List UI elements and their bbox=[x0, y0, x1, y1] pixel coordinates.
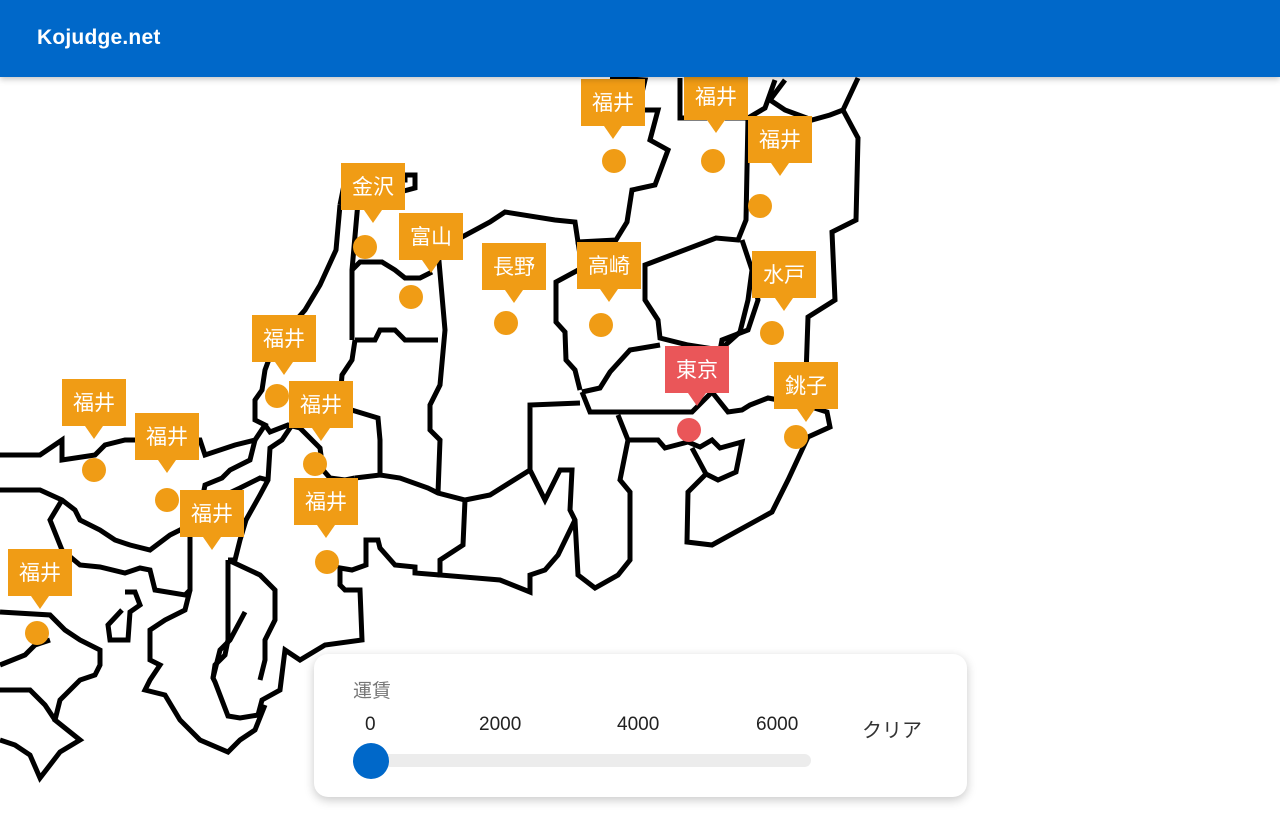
station-marker[interactable]: 富山 bbox=[399, 213, 463, 309]
station-label: 銚子 bbox=[785, 374, 827, 398]
station-label-pointer bbox=[600, 289, 618, 302]
station-dot[interactable] bbox=[265, 384, 289, 408]
station-dot[interactable] bbox=[677, 418, 701, 442]
station-dot[interactable] bbox=[399, 285, 423, 309]
station-label-pointer bbox=[275, 362, 293, 375]
station-marker[interactable]: 福井 bbox=[748, 116, 812, 218]
station-marker[interactable]: 金沢 bbox=[341, 163, 405, 259]
station-marker[interactable]: 福井 bbox=[684, 73, 748, 173]
station-dot[interactable] bbox=[784, 425, 808, 449]
station-dot[interactable] bbox=[353, 235, 377, 259]
station-label-pointer bbox=[317, 525, 335, 538]
station-label: 高崎 bbox=[588, 254, 630, 278]
station-dot[interactable] bbox=[315, 550, 339, 574]
station-marker[interactable]: 福井 bbox=[294, 478, 358, 574]
station-label-pointer bbox=[775, 298, 793, 311]
station-marker[interactable]: 福井 bbox=[62, 379, 126, 482]
station-label-pointer bbox=[364, 210, 382, 223]
slider-tick-label: 6000 bbox=[756, 714, 799, 735]
site-title[interactable]: Kojudge.net bbox=[37, 26, 161, 50]
station-label: 福井 bbox=[263, 327, 305, 351]
station-dot[interactable] bbox=[701, 149, 725, 173]
station-label: 福井 bbox=[305, 490, 347, 514]
fare-slider-track[interactable] bbox=[371, 754, 811, 767]
station-marker[interactable]: 銚子 bbox=[774, 362, 838, 449]
slider-tick-label: 0 bbox=[365, 714, 376, 735]
station-dot[interactable] bbox=[748, 194, 772, 218]
station-label: 福井 bbox=[73, 391, 115, 415]
station-label-pointer bbox=[312, 428, 330, 441]
station-label-pointer bbox=[203, 537, 221, 550]
station-label: 長野 bbox=[493, 255, 535, 279]
fare-filter-panel: 運賃 0 2000 4000 6000 クリア bbox=[314, 654, 967, 797]
station-label: 富山 bbox=[410, 225, 452, 249]
station-label-pointer bbox=[797, 409, 815, 422]
station-dot[interactable] bbox=[303, 452, 327, 476]
station-label-pointer bbox=[158, 460, 176, 473]
station-label: 水戸 bbox=[763, 263, 805, 287]
station-markers: 福井 福井福井金沢富山長野 高崎 水戸東京銚子福井福井福井福井福井 福井福井 bbox=[8, 73, 838, 645]
station-label: 金沢 bbox=[352, 175, 394, 199]
station-label-pointer bbox=[31, 596, 49, 609]
station-label: 福井 bbox=[592, 91, 634, 115]
clear-button[interactable]: クリア bbox=[862, 714, 922, 743]
station-dot[interactable] bbox=[155, 488, 179, 512]
station-label: 東京 bbox=[676, 358, 718, 382]
slider-tick-label: 4000 bbox=[617, 714, 660, 735]
station-dot[interactable] bbox=[602, 149, 626, 173]
top-app-bar: Kojudge.net bbox=[0, 0, 1280, 77]
station-label: 福井 bbox=[695, 85, 737, 109]
station-label-pointer bbox=[771, 163, 789, 176]
station-dot[interactable] bbox=[589, 313, 613, 337]
fare-slider-thumb[interactable] bbox=[353, 743, 389, 779]
station-label-pointer bbox=[707, 120, 725, 133]
station-dot[interactable] bbox=[25, 621, 49, 645]
station-label: 福井 bbox=[146, 425, 188, 449]
station-label: 福井 bbox=[300, 393, 342, 417]
station-dot[interactable] bbox=[760, 321, 784, 345]
station-marker[interactable]: 長野 bbox=[482, 243, 546, 335]
station-label: 福井 bbox=[191, 502, 233, 526]
slider-tick-label: 2000 bbox=[479, 714, 522, 735]
station-label-pointer bbox=[604, 126, 622, 139]
station-label: 福井 bbox=[759, 128, 801, 152]
origin-marker[interactable]: 東京 bbox=[665, 346, 729, 442]
station-label-pointer bbox=[85, 426, 103, 439]
fare-label: 運賃 bbox=[353, 681, 392, 702]
station-marker[interactable]: 高崎 bbox=[577, 242, 641, 337]
station-marker[interactable]: 福井 bbox=[581, 79, 645, 173]
station-label: 福井 bbox=[19, 561, 61, 585]
station-label-pointer bbox=[505, 290, 523, 303]
station-dot[interactable] bbox=[494, 311, 518, 335]
station-dot[interactable] bbox=[82, 458, 106, 482]
